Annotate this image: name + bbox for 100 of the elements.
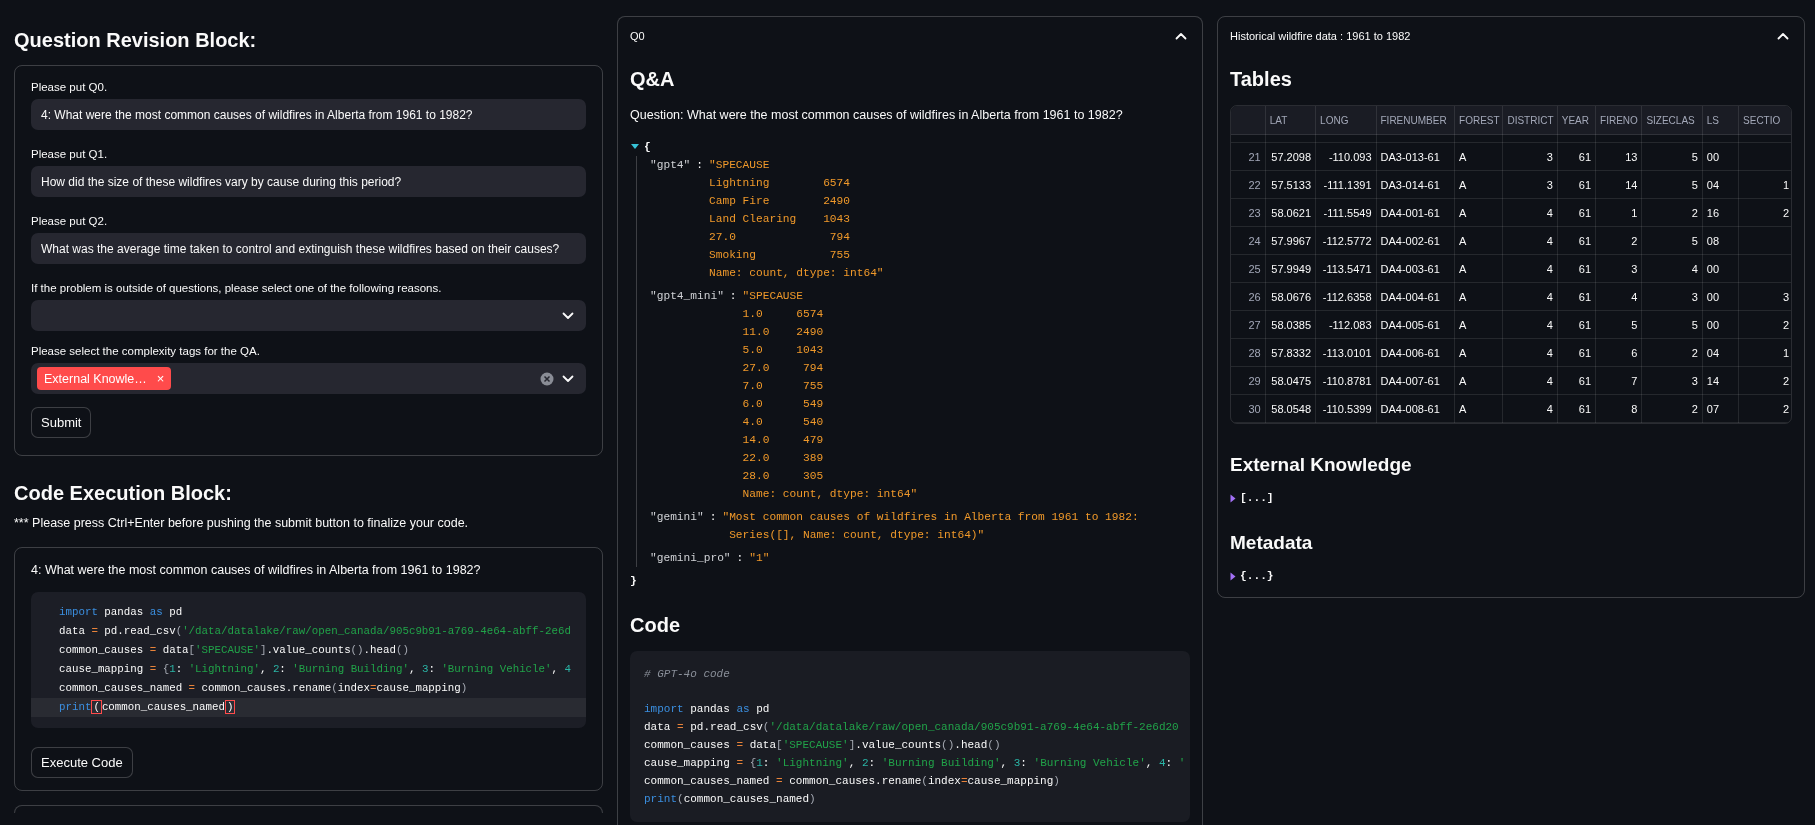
table-cell: 00 [1702,282,1739,311]
table-cell: 14 [1702,366,1739,395]
table-cell: 61 [1557,310,1596,339]
code-line: common_causes = data['SPECAUSE'].value_counts().head() [58,643,410,658]
json-separator: : [709,510,717,525]
text-field[interactable]: 4: What were the most common causes of wildfires in Alberta from 1961 to 1982? [31,99,586,130]
table-cell: 00 [1702,254,1739,283]
text-field[interactable]: What was the average time taken to control and extinguish these wildfires based on their causes? [31,233,586,264]
table-cell: 2 [1641,198,1703,227]
row-index: 25 [1231,254,1266,283]
code-line: cause_mapping = {1: 'Lightning', 2: 'Burning Building', 3: 'Burning Vehicle', 4: ' [643,756,1187,771]
table-cell: 61 [1557,282,1596,311]
action-button[interactable]: Execute Code [31,747,133,778]
table-cell: 08 [1702,226,1739,255]
table-cell: 4 [1502,394,1558,423]
table-cell: A [1454,170,1503,199]
caret-down-icon[interactable] [630,143,640,151]
code-line: data = pd.read_csv('/data/datalake/raw/open_canada/905c9b91-a769-4e64-abff-2e6d [58,624,572,639]
column-header[interactable]: LONG [1315,106,1376,135]
table-cell: A [1454,254,1503,283]
table-cell: DA4-005-61 [1376,310,1455,339]
table-cell: 14 [1595,170,1642,199]
table-cell: 00 [1702,142,1739,171]
field-label: If the problem is outside of questions, please select one of the following reasons. [31,281,443,295]
table-cell: 5 [1641,226,1703,255]
table-cell: 3 [1502,142,1558,171]
table-cell: -113.0101 [1315,338,1376,367]
expander-header[interactable]: Historical wildfire data : 1961 to 1982 [1218,17,1804,55]
expander-header[interactable]: Q0 [618,17,1202,55]
table-cell: DA4-001-61 [1376,198,1455,227]
table-cell: 61 [1557,226,1596,255]
table-cell: 07 [1702,394,1739,423]
table-cell: 2 [1641,394,1703,423]
row-index: 21 [1231,142,1266,171]
table-cell: 57.5133 [1265,170,1316,199]
table-cell: 4 [1595,282,1642,311]
column-header[interactable]: SIZECLAS [1641,106,1703,135]
table-cell: 61 [1557,170,1596,199]
table-cell: 6 [1595,338,1642,367]
table-cell: 58.0548 [1265,394,1316,423]
column-header[interactable]: LAT [1265,106,1316,135]
table-cell: 5 [1641,310,1703,339]
json-collapsed-value[interactable]: [...] [1240,489,1274,507]
code-comment: # GPT-4o code [644,667,731,682]
column-header[interactable]: FOREST [1454,106,1503,135]
json-value: "SPECAUSE 1.0 6574 11.0 2490 5.0 1043 27.0 794 7.0 755 6.0 549 4.0 540 14.0 479 22.0 389 28.0 305 Name: count, dtype: int64" [742,289,918,502]
text-field[interactable]: How did the size of these wildfires vary by cause during this period? [31,166,586,197]
column-header[interactable]: DISTRICT [1502,106,1558,135]
table-cell: A [1454,226,1503,255]
table-cell: 04 [1702,170,1739,199]
column-header[interactable]: SECTIO [1738,106,1791,135]
column-header[interactable]: LS [1702,106,1739,135]
table-cell: A [1454,366,1503,395]
caret-right-icon[interactable] [1230,571,1236,581]
action-button[interactable]: Submit [31,407,92,438]
table-cell: 61 [1557,366,1596,395]
table-cell: 3 [1641,366,1703,395]
caret-right-icon[interactable] [1230,493,1236,503]
column-header[interactable]: YEAR [1557,106,1596,135]
table-cell: 61 [1557,142,1596,171]
code-editor[interactable] [31,592,586,728]
question-text: 4: What were the most common causes of wildfires in Alberta from 1961 to 1982? [31,562,482,578]
field-label: Please put Q2. [31,214,109,228]
code-line: common_causes_named = common_causes.rename(index=cause_mapping) [643,774,1061,789]
table-cell: A [1454,310,1503,339]
table-cell: A [1454,198,1503,227]
table-cell: 7 [1595,366,1642,395]
table-cell: 2 [1738,394,1791,423]
table-cell: 4 [1502,338,1558,367]
table-cell: 3 [1738,282,1791,311]
table-cell: 4 [1502,198,1558,227]
table-cell: 57.9949 [1265,254,1316,283]
table-cell: DA4-008-61 [1376,394,1455,423]
column-header[interactable]: FIRENUMBER [1376,106,1455,135]
table-cell: -112.5772 [1315,226,1376,255]
table-cell: 61 [1557,338,1596,367]
section-heading: External Knowledge [1230,453,1413,477]
field-label: Please put Q1. [31,147,109,161]
column-header[interactable]: FIRENO [1595,106,1642,135]
json-separator: : [736,551,744,566]
table-cell: 1 [1738,170,1791,199]
table-cell: 5 [1595,310,1642,339]
table-cell: 4 [1502,282,1558,311]
table-cell: DA4-004-61 [1376,282,1455,311]
table-cell: 57.2098 [1265,142,1316,171]
table-cell: 57.8332 [1265,338,1316,367]
table-cell: 4 [1502,254,1558,283]
json-key: "gpt4_mini" [650,287,724,305]
table-cell: 57.9967 [1265,226,1316,255]
json-collapsed-value[interactable]: {...} [1240,567,1274,585]
chevron-down-icon [562,311,574,320]
table-cell: 16 [1702,198,1739,227]
chevron-down-icon [562,374,574,383]
table-cell: -112.6358 [1315,282,1376,311]
table-cell: -110.8781 [1315,366,1376,395]
question-text: Question: What were the most common causes of wildfires in Alberta from 1961 to 1982? [630,107,1124,124]
json-value: "SPECAUSE Lightning 6574 Camp Fire 2490 Land Clearing 1043 27.0 794 Smoking 755 Name: count, dtype: int64" [709,158,884,281]
row-index: 22 [1231,170,1266,199]
table-cell: 8 [1595,394,1642,423]
row-index: 28 [1231,338,1266,367]
